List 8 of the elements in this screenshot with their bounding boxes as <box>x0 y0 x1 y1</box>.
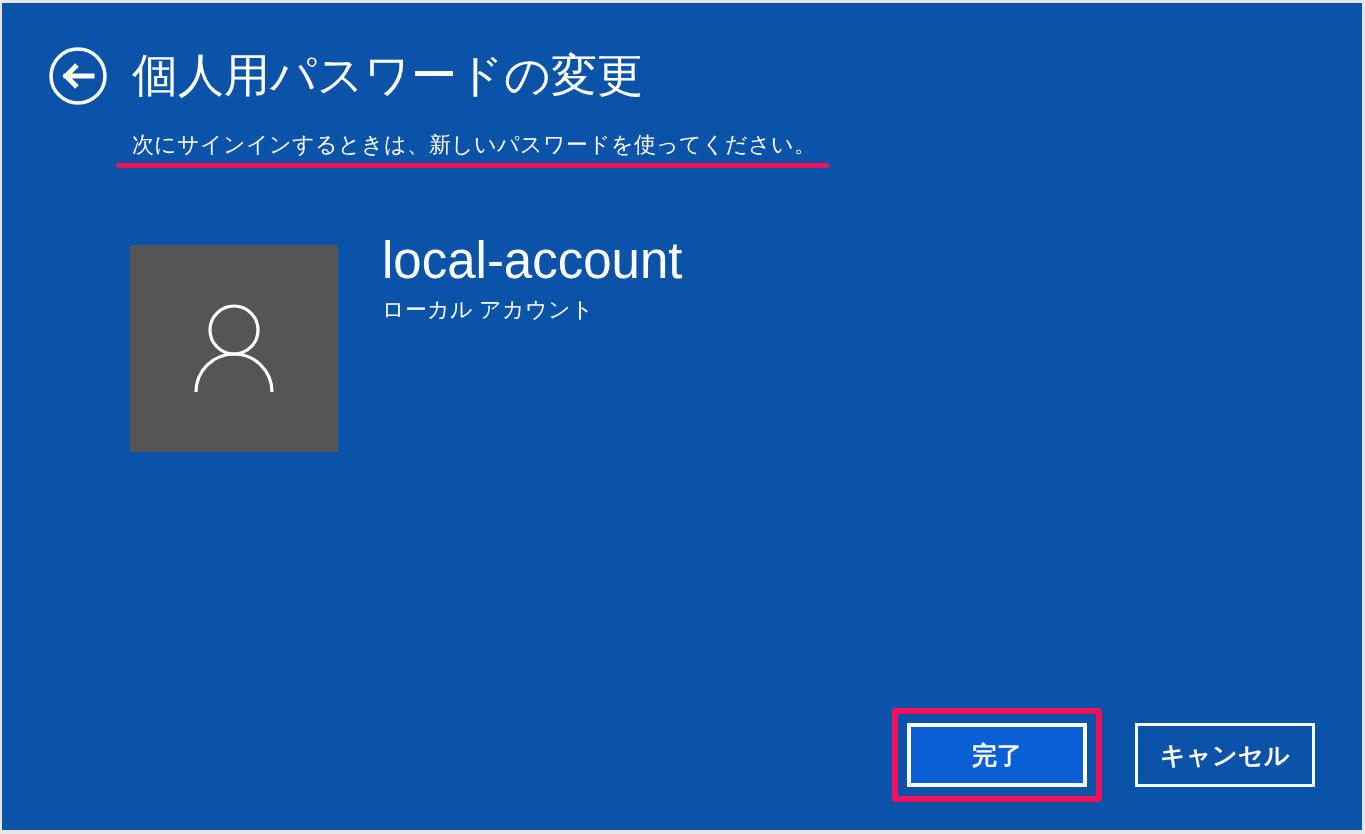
done-button[interactable]: 完了 <box>907 723 1087 787</box>
cancel-button[interactable]: キャンセル <box>1135 723 1315 787</box>
account-name: local-account <box>382 232 683 289</box>
page-title: 個人用パスワードの変更 <box>132 48 643 104</box>
instruction-text: 次にサインインするときは、新しいパスワードを使ってください。 <box>132 133 816 159</box>
person-icon <box>194 303 274 394</box>
account-type: ローカル アカウント <box>382 296 596 324</box>
back-button[interactable] <box>49 47 107 105</box>
